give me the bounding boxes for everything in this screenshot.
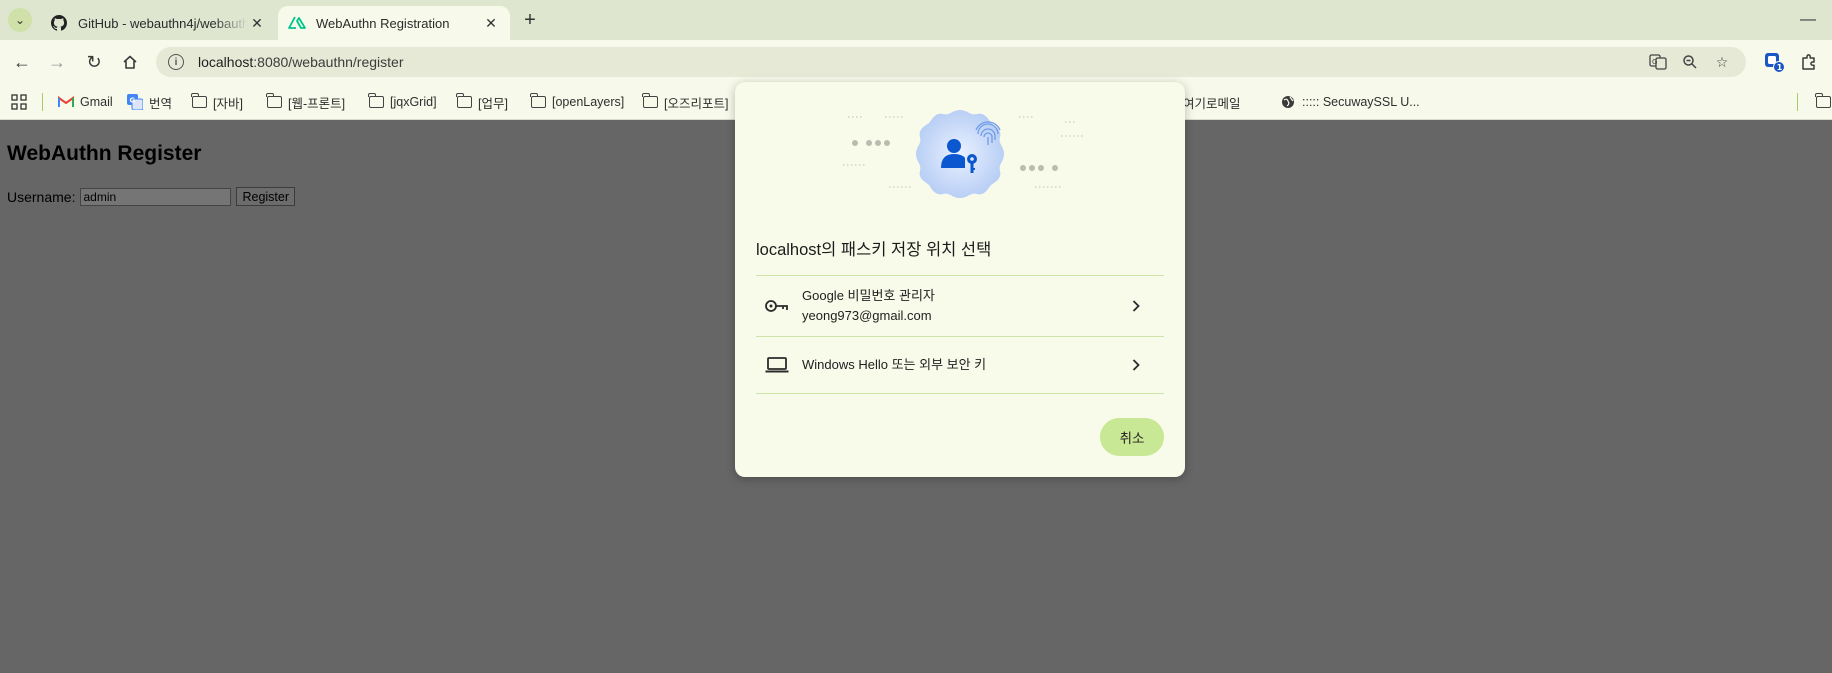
bookmark-divider <box>42 93 43 111</box>
svg-text:G: G <box>1652 58 1657 66</box>
bookmark-gmail[interactable]: Gmail <box>58 90 113 114</box>
forward-icon[interactable]: → <box>45 50 69 74</box>
key-icon <box>764 299 790 313</box>
address-bar[interactable]: i localhost:8080/webauthn/register G ☆ <box>156 47 1746 77</box>
bookmark-folder-jqxgrid[interactable]: [jqxGrid] <box>368 90 437 114</box>
tab-title: GitHub - webauthn4j/webauthn4j <box>78 15 248 31</box>
chevron-right-icon <box>1126 300 1146 312</box>
folder-icon <box>1815 93 1831 109</box>
folder-icon <box>642 93 658 109</box>
browser-toolbar: ← → ↻ i localhost:8080/webauthn/register… <box>0 40 1832 84</box>
bookmark-label: [jqxGrid] <box>390 95 437 109</box>
globe-icon <box>1280 95 1296 109</box>
bookmark-label: [자바] <box>213 96 243 111</box>
bookmark-label: Gmail <box>80 95 113 109</box>
cancel-button[interactable]: 취소 <box>1100 418 1164 456</box>
bookmark-star-icon[interactable]: ☆ <box>1712 52 1732 72</box>
bookmark-divider <box>1797 93 1798 111</box>
chevron-down-icon: ⌄ <box>14 13 26 27</box>
bookmark-label: [업무] <box>478 96 508 111</box>
chevron-right-icon <box>1126 359 1146 371</box>
svg-text:G: G <box>130 97 136 105</box>
tab-strip: ⌄ GitHub - webauthn4j/webauthn4j ✕ WebAu… <box>0 0 1832 40</box>
folder-icon <box>266 93 282 109</box>
bookmark-label: [웹-프론트] <box>288 96 346 111</box>
close-icon[interactable]: ✕ <box>248 14 266 32</box>
other-bookmarks-folder[interactable] <box>1815 90 1832 114</box>
reload-icon[interactable]: ↻ <box>82 50 106 74</box>
bookmark-label: 번역 <box>149 96 173 111</box>
zoom-icon[interactable] <box>1680 52 1700 72</box>
option-account: yeong973@gmail.com <box>802 308 932 323</box>
svg-text:1: 1 <box>1777 63 1783 72</box>
dialog-title: localhost의 패스키 저장 위치 선택 <box>756 241 992 259</box>
option-google-password-manager[interactable]: Google 비밀번호 관리자 yeong973@gmail.com <box>756 275 1164 336</box>
option-windows-hello[interactable]: Windows Hello 또는 외부 보안 키 <box>756 336 1164 394</box>
laptop-icon <box>764 357 790 373</box>
extension-icon[interactable]: 1 <box>1762 50 1786 74</box>
bookmark-folder-ozreport[interactable]: [오즈리포트] <box>642 90 728 114</box>
new-tab-button[interactable]: + <box>518 8 542 32</box>
option-title: Google 비밀번호 관리자 <box>802 288 935 303</box>
username-label: Username: <box>7 188 76 205</box>
bookmark-label: [오즈리포트] <box>664 96 729 111</box>
tab-title: WebAuthn Registration <box>316 15 450 31</box>
bookmark-label: [openLayers] <box>552 95 625 109</box>
passkey-dialog: localhost의 패스키 저장 위치 선택 Google 비밀번호 관리자 … <box>735 82 1185 477</box>
option-text: Google 비밀번호 관리자 yeong973@gmail.com <box>802 286 1126 326</box>
bookmark-folder-work[interactable]: [업무] <box>456 90 508 114</box>
bookmark-secuwayssl[interactable]: ::::: SecuwaySSL U... <box>1280 90 1420 114</box>
bookmark-folder-java[interactable]: [자바] <box>191 90 243 114</box>
extensions-puzzle-icon[interactable] <box>1797 50 1821 74</box>
apps-grid-icon[interactable] <box>11 90 27 114</box>
translate-page-icon[interactable]: G <box>1648 52 1668 72</box>
folder-icon <box>368 93 384 109</box>
tab-webauthn[interactable]: WebAuthn Registration ✕ <box>278 6 510 40</box>
gmail-icon <box>58 95 74 109</box>
folder-icon <box>191 93 207 109</box>
passkey-illustration <box>843 110 1085 198</box>
register-form: Username: Register <box>7 187 296 206</box>
bookmark-label: ::::: SecuwaySSL U... <box>1302 95 1420 109</box>
bookmark-folder-openlayers[interactable]: [openLayers] <box>530 90 624 114</box>
url-text[interactable]: localhost:8080/webauthn/register <box>198 54 403 70</box>
close-icon[interactable]: ✕ <box>482 14 500 32</box>
username-input[interactable] <box>80 187 232 206</box>
nuxt-icon <box>288 14 306 32</box>
back-icon[interactable]: ← <box>10 50 34 74</box>
translate-icon: G <box>127 94 143 110</box>
site-info-icon[interactable]: i <box>168 54 184 70</box>
home-icon[interactable] <box>118 50 142 74</box>
tab-github[interactable]: GitHub - webauthn4j/webauthn4j ✕ <box>40 6 276 40</box>
bookmark-folder-web-front[interactable]: [웹-프론트] <box>266 90 345 114</box>
page-title: WebAuthn Register <box>7 142 202 165</box>
github-icon <box>50 14 68 32</box>
option-title: Windows Hello 또는 외부 보안 키 <box>802 357 987 372</box>
register-button[interactable]: Register <box>236 187 296 206</box>
folder-icon <box>530 93 546 109</box>
tab-search-button[interactable]: ⌄ <box>8 8 32 32</box>
minimize-icon[interactable]: — <box>1796 8 1820 32</box>
bookmark-translate[interactable]: G 번역 <box>127 90 172 114</box>
folder-icon <box>456 93 472 109</box>
